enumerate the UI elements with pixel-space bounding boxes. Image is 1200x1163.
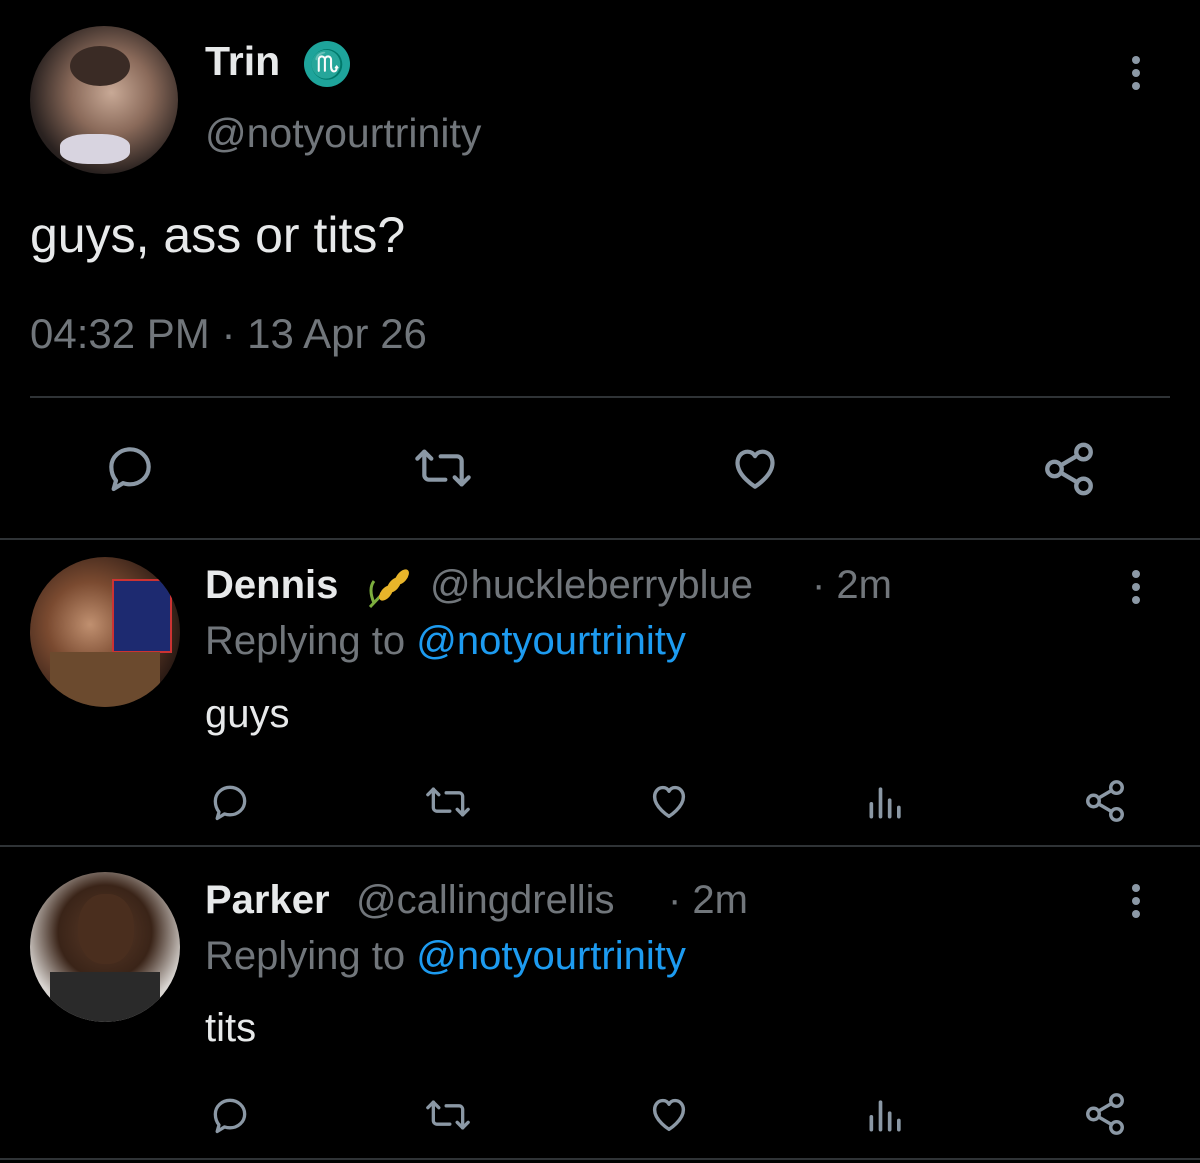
divider [0,1158,1200,1160]
author-handle[interactable]: @notyourtrinity [205,110,481,157]
more-options-icon[interactable] [1132,56,1146,95]
replying-to-link[interactable]: @notyourtrinity [416,934,686,978]
share-icon[interactable] [1082,778,1128,824]
replying-to-link[interactable]: @notyourtrinity [416,619,686,663]
reply-icon[interactable] [208,1093,252,1137]
avatar[interactable] [30,26,178,174]
reply-icon[interactable] [208,780,252,824]
replying-to-label: Replying to [205,934,417,978]
reply-author-handle[interactable]: @callingdrellis [356,878,614,923]
share-icon[interactable] [1082,1091,1128,1137]
reply-text: guys [205,692,290,736]
like-icon[interactable] [646,778,692,824]
analytics-icon[interactable] [864,1093,908,1137]
svg-text:♏: ♏ [310,48,345,81]
like-icon[interactable] [646,1091,692,1137]
more-options-icon[interactable] [1132,884,1146,923]
avatar[interactable] [30,557,180,707]
avatar[interactable] [30,872,180,1022]
reply-time: · 2m [812,563,892,607]
replying-to: Replying to @notyourtrinity [205,934,686,979]
like-icon[interactable] [726,440,784,496]
reply-author-name[interactable]: Parker [205,878,330,923]
reply-author-handle[interactable]: @huckleberryblue [430,563,753,608]
retweet-icon[interactable] [422,1093,474,1137]
reply-time: · 2m [668,878,748,922]
author-name[interactable]: Trin [205,38,280,85]
divider [0,538,1200,540]
divider [0,845,1200,847]
retweet-icon[interactable] [422,780,474,824]
retweet-icon[interactable] [410,440,476,496]
reply-text: tits [205,1006,257,1050]
tweet-text: guys, ass or tits? [30,207,406,263]
reply-icon[interactable] [102,440,158,496]
reply-author-name[interactable]: Dennis [205,563,338,608]
tweet-timestamp: 04:32 PM · 13 Apr 26 [30,310,427,357]
share-icon[interactable] [1040,440,1098,498]
replying-to: Replying to @notyourtrinity [205,619,686,664]
more-options-icon[interactable] [1132,570,1146,609]
divider [30,396,1170,398]
replying-to-label: Replying to [205,619,417,663]
scorpio-icon: ♏ [300,40,354,88]
wheat-icon [364,563,420,611]
analytics-icon[interactable] [864,780,908,824]
